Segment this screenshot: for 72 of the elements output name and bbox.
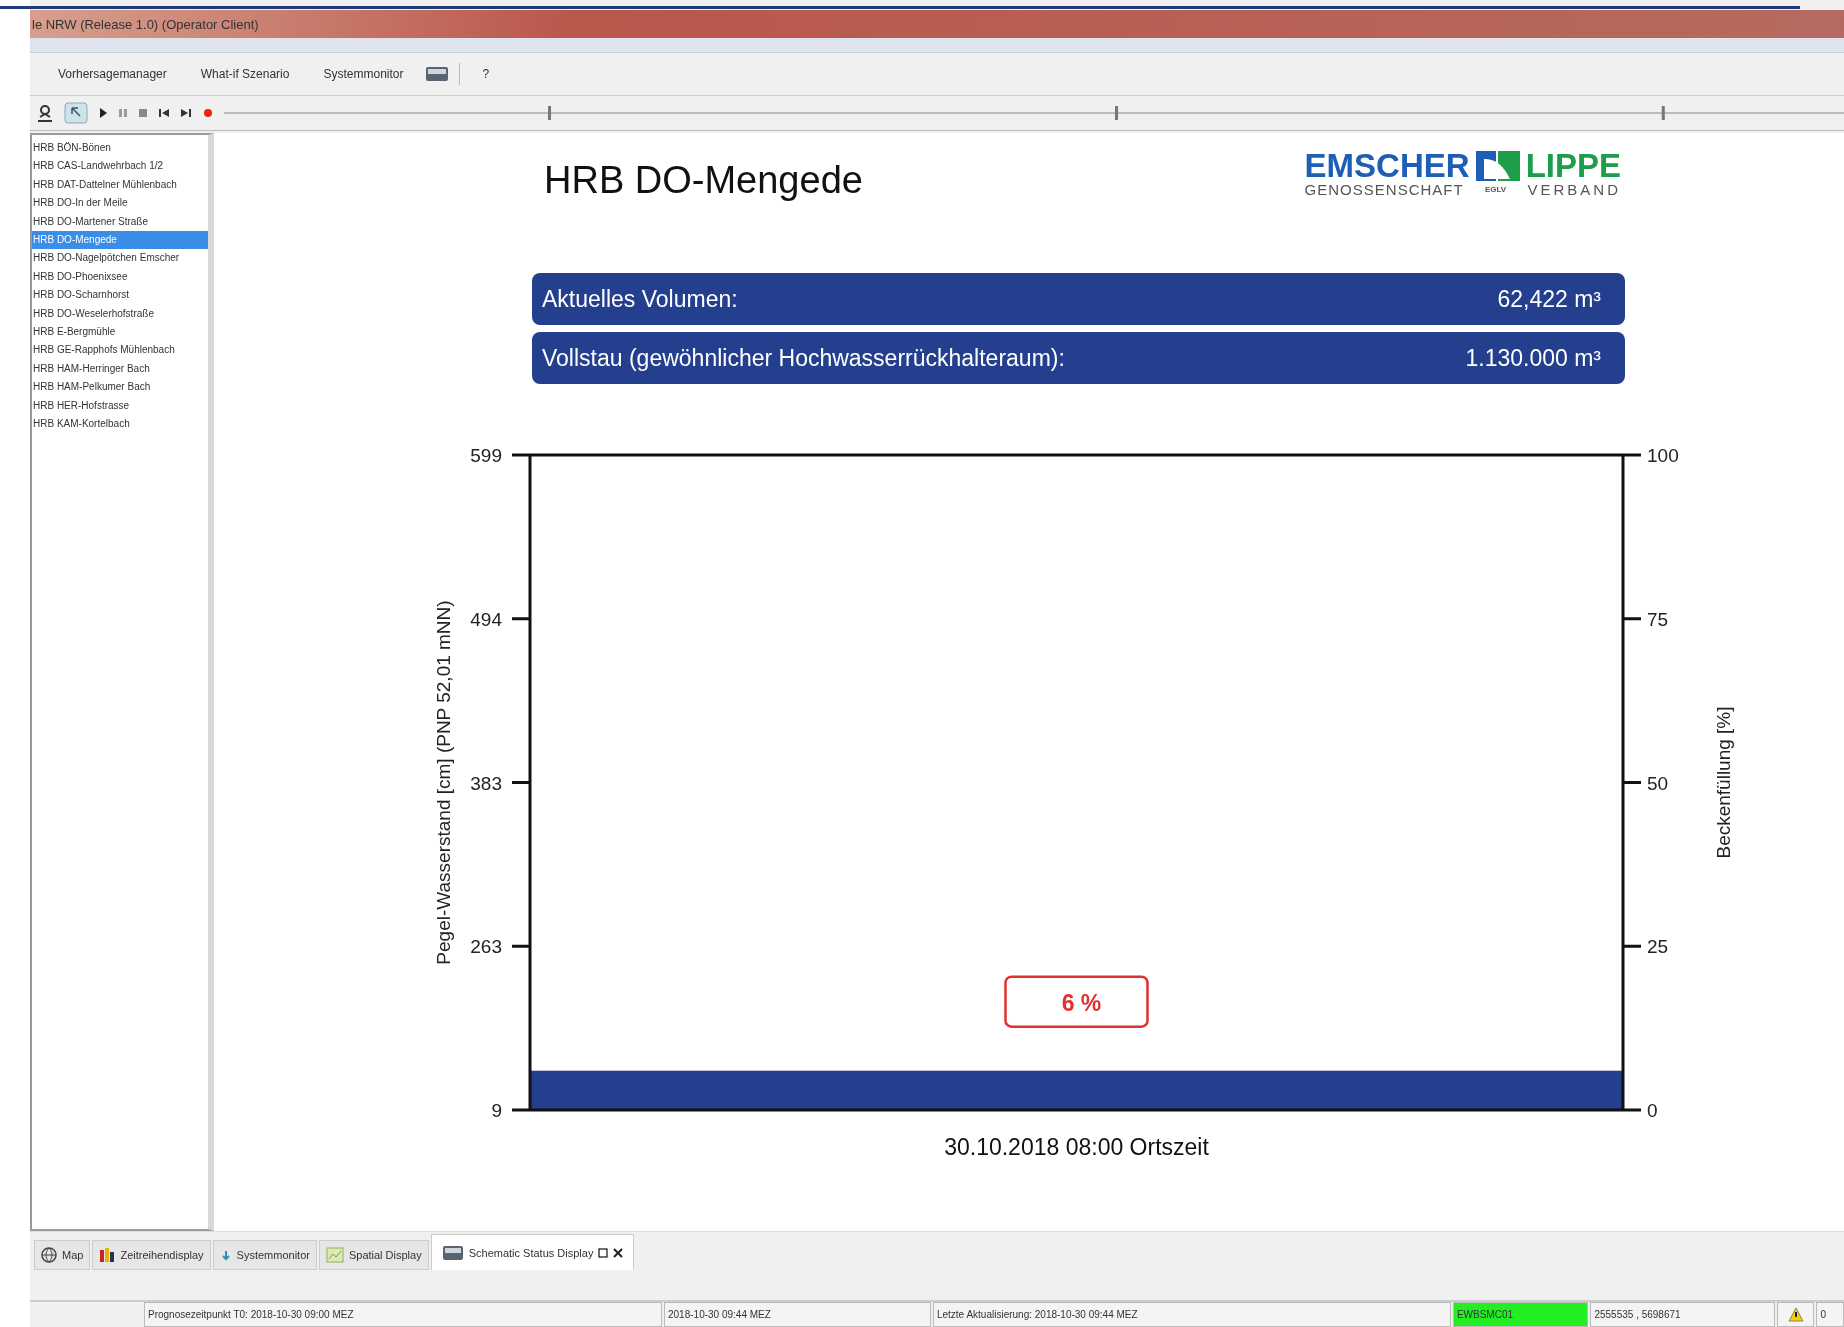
bar-chart-icon [99, 1247, 116, 1263]
info-label: Aktuelles Volumen: [542, 285, 738, 313]
station-item[interactable]: HRB DO-Weselerhofstraße [32, 304, 208, 324]
menu-item[interactable]: Systemmonitor [311, 63, 416, 85]
view-tab[interactable]: Schematic Status Display [430, 1234, 635, 1270]
maximize-icon[interactable] [598, 1247, 609, 1258]
info-label: Vollstau (gewöhnlicher Hochwasserrückhalteraum): [542, 344, 1065, 372]
play-icon[interactable] [98, 107, 108, 119]
station-item[interactable]: HRB DO-Scharnhorst [32, 286, 208, 305]
station-item[interactable]: HRB BÖN-Bönen [32, 139, 208, 158]
axis-tick-label: 75 [1647, 608, 1669, 630]
info-value: 62,422 m³ [1497, 285, 1601, 313]
inbox-icon[interactable] [425, 65, 450, 83]
map-icon [325, 1247, 344, 1263]
axis-tick-label: 9 [491, 1100, 502, 1121]
stop-icon[interactable] [138, 107, 148, 119]
person-icon[interactable] [36, 104, 54, 122]
status-field: EWBSMC01 [1452, 1302, 1589, 1327]
station-item[interactable]: HRB DO-Phoenixsee [32, 267, 208, 287]
station-item[interactable]: HRB KAM-Kortelbach [32, 415, 208, 434]
axis-tick-label: 383 [470, 772, 502, 794]
station-item[interactable]: HRB DO-Martener Straße [32, 212, 208, 232]
status-field: Prognosezeitpunkt T0: 2018-10-30 09:00 MEZ [144, 1302, 662, 1327]
window-title: le NRW (Release 1.0) (Operator Client) [32, 16, 259, 32]
globe-icon [41, 1247, 57, 1263]
view-tab[interactable]: Systemmonitor [212, 1240, 317, 1270]
view-tab[interactable]: Map [34, 1240, 91, 1270]
inbox-icon [441, 1244, 464, 1261]
station-item[interactable]: HRB DO-Nagelpötchen Emscher [32, 249, 208, 268]
menu-item[interactable]: What-if Szenario [188, 63, 302, 85]
status-field: 2555535 , 5698671 [1590, 1302, 1775, 1327]
logo-text: GENOSSENSCHAFT [1304, 181, 1464, 199]
axis-tick-label: 0 [1647, 1100, 1658, 1121]
status-field: 2018-10-30 09:44 MEZ [664, 1302, 931, 1327]
station-item[interactable]: HRB HER-Hofstrasse [32, 396, 208, 416]
logo-icon [1475, 151, 1520, 181]
axis-tick-label: 599 [470, 445, 502, 466]
skip-forward-icon[interactable] [180, 107, 192, 119]
info-value: 1.130.000 m³ [1465, 344, 1601, 372]
axis-tick-label: 50 [1647, 772, 1669, 794]
station-item[interactable]: HRB DO-In der Meile [32, 194, 208, 213]
axis-tick-label: 25 [1647, 936, 1669, 958]
station-item[interactable]: HRB CAS-Landwehrbach 1/2 [32, 157, 208, 176]
logo-text: EMSCHER [1304, 151, 1470, 181]
station-item[interactable]: HRB DAT-Dattelner Mühlenbach [32, 175, 208, 195]
logo-text: LIPPE [1525, 151, 1621, 181]
axis-tick-label: 494 [470, 608, 502, 630]
station-item[interactable]: HRB GE-Rapphofs Mühlenbach [32, 341, 208, 360]
axis-tick-label: 100 [1647, 445, 1679, 466]
record-icon[interactable] [202, 107, 214, 119]
logo-text: EGLV [1484, 184, 1507, 196]
view-tab[interactable]: Spatial Display [318, 1240, 429, 1270]
station-item[interactable]: HRB HAM-Pelkumer Bach [32, 378, 208, 397]
station-item[interactable]: HRB E-Bergmühle [32, 323, 208, 342]
status-field: 0 [1816, 1302, 1844, 1327]
skip-back-icon[interactable] [158, 107, 170, 119]
axis-label: Pegel-Wasserstand [cm] (PNP 52,01 mNN) [433, 600, 454, 965]
station-item[interactable]: HRB HAM-Herringer Bach [32, 359, 208, 379]
axis-label: Beckenfüllung [%] [1713, 706, 1734, 859]
menu-item[interactable]: ? [470, 63, 502, 85]
display-title: HRB DO-Mengede [544, 159, 863, 202]
axis-label: 30.10.2018 08:00 Ortszeit [944, 1134, 1209, 1160]
arrow-icon [219, 1249, 232, 1261]
view-tab[interactable]: Zeitreihendisplay [92, 1240, 211, 1270]
logo-text: VERBAND [1527, 181, 1621, 199]
select-icon[interactable] [64, 102, 88, 124]
axis-tick-label: 263 [470, 936, 502, 958]
close-icon[interactable] [613, 1247, 624, 1258]
menu-item[interactable]: Vorhersagemanager [46, 63, 179, 85]
warning-icon [1787, 1307, 1804, 1322]
status-field: Letzte Aktualisierung: 2018-10-30 09:44 MEZ [932, 1302, 1451, 1327]
value-label: 6 % [1061, 989, 1102, 1016]
